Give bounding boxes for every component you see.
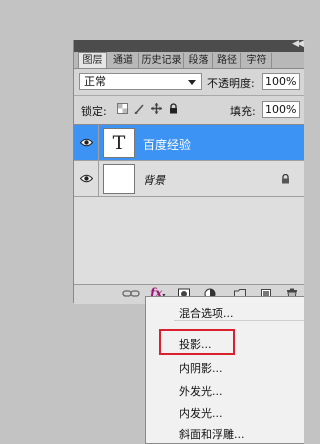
opacity-label: 不透明度: [207,77,255,90]
blend-mode-select[interactable]: 正常 [79,73,202,90]
lock-label: 锁定: [81,105,107,118]
tab-paragraph[interactable]: 段落 [185,53,213,68]
menu-divider [174,320,304,321]
lock-transparent-pixels-icon[interactable] [117,103,128,114]
eye-icon [80,138,93,147]
panel-tab-bar: 图层 通道 历史记录 段落 路径 字符 [74,52,304,69]
eye-icon [80,174,93,183]
tab-history[interactable]: 历史记录 [140,53,184,68]
layer-row-background[interactable]: 背景 [74,161,304,197]
lock-image-pixels-icon[interactable] [134,103,145,115]
layer-row-text[interactable]: T 百度经验 [74,125,304,161]
menu-item-outer-glow[interactable]: 外发光... [179,383,223,399]
fill-input[interactable]: 100% [262,101,300,118]
fill-label: 填充: [230,105,256,118]
layers-panel: ◀◀ 图层 通道 历史记录 段落 路径 字符 正常 不透明度: 100% 锁定:… [73,39,304,304]
opacity-input[interactable]: 100% [262,73,300,90]
blend-mode-value: 正常 [84,75,106,88]
tab-character[interactable]: 字符 [242,53,272,68]
visibility-toggle[interactable] [74,125,99,161]
lock-icon [281,173,290,187]
collapse-panel-icon[interactable]: ◀◀ [292,39,304,49]
lock-all-icon[interactable] [168,103,179,114]
link-layers-icon[interactable] [122,288,140,300]
panel-title-bar[interactable]: ◀◀ [74,39,304,52]
highlight-annotation [159,329,235,355]
menu-item-inner-shadow[interactable]: 内阴影... [179,360,223,376]
divider [74,95,304,96]
menu-item-bevel-emboss[interactable]: 斜面和浮雕... [179,426,245,442]
layer-list: T 百度经验 背景 [74,124,304,285]
layer-name[interactable]: 背景 [143,172,165,188]
layer-name[interactable]: 百度经验 [143,136,191,153]
chevron-down-icon [188,80,196,85]
menu-item-inner-glow[interactable]: 内发光... [179,405,223,421]
tab-layers[interactable]: 图层 [78,52,107,68]
layer-thumbnail [103,164,135,194]
tab-channels[interactable]: 通道 [108,53,139,68]
menu-item-blending-options[interactable]: 混合选项... [179,305,234,321]
text-layer-icon: T [103,128,135,158]
tab-paths[interactable]: 路径 [214,53,241,68]
visibility-toggle[interactable] [74,161,99,197]
lock-position-icon[interactable] [151,103,162,114]
layer-style-menu: 混合选项... 投影... 内阴影... 外发光... 内发光... 斜面和浮雕… [145,296,304,444]
